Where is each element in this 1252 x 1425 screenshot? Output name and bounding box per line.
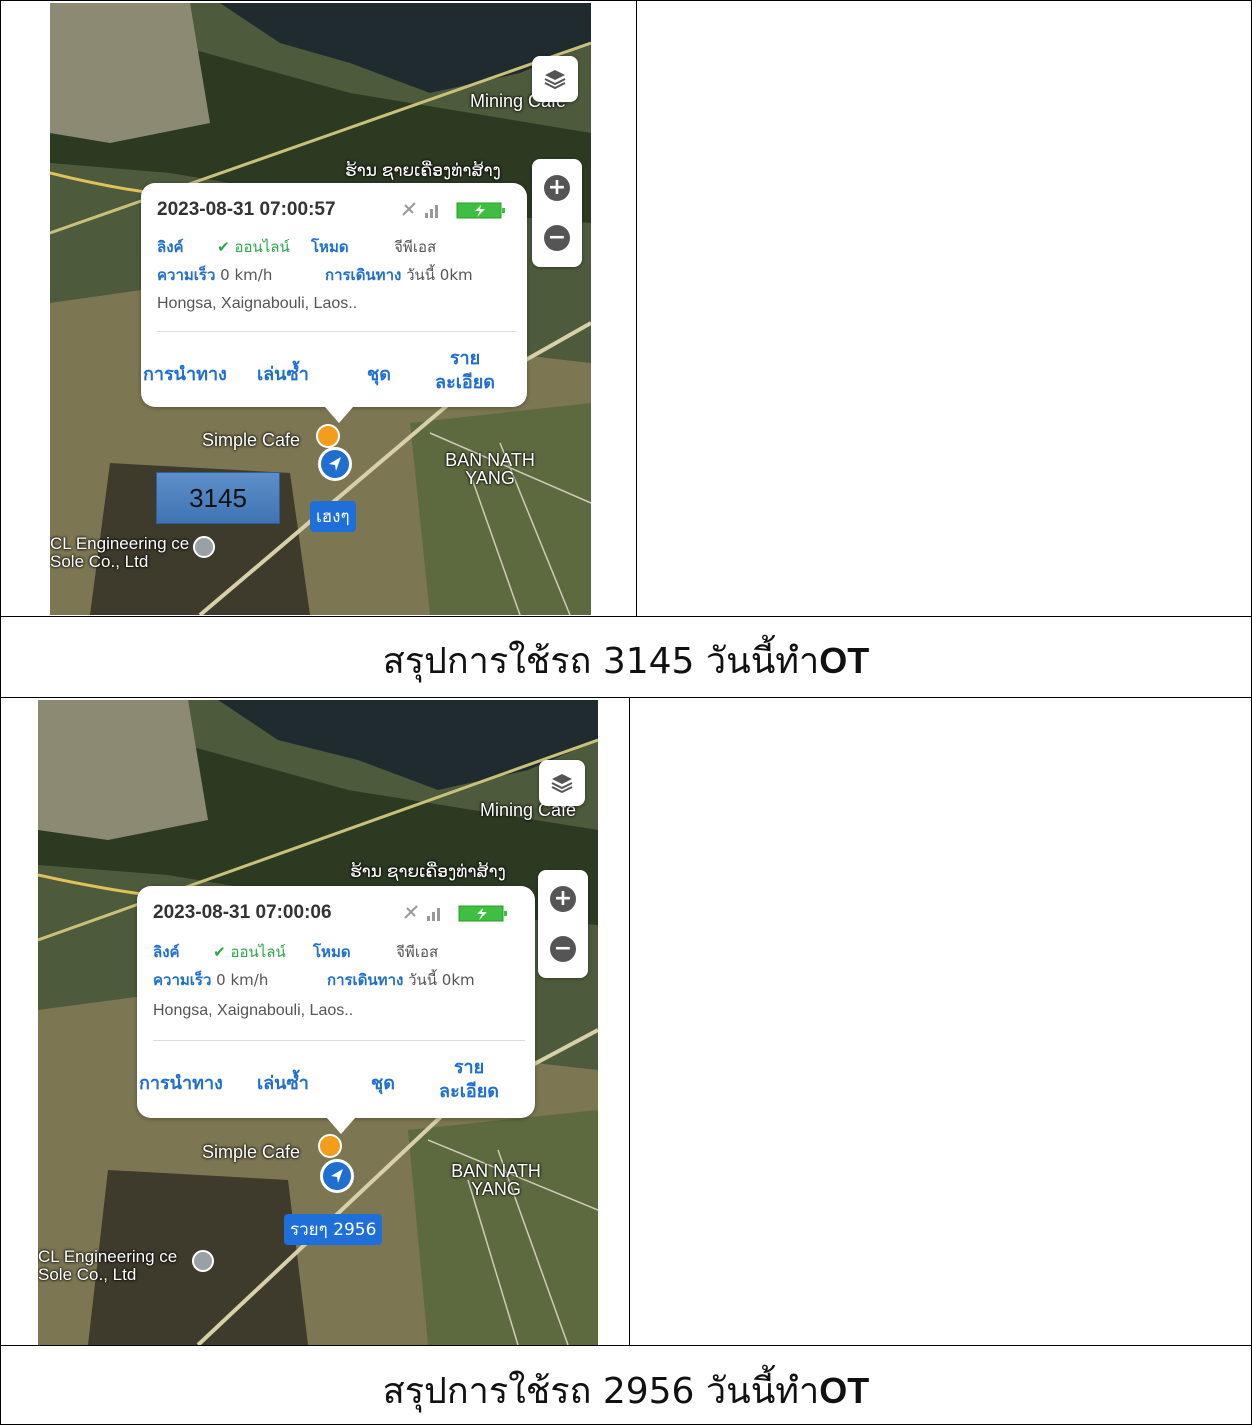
cafe-pin-icon[interactable] [316,424,340,448]
place-label-village: BAN NATH YANG [445,450,535,488]
map-screenshot-2: Mining Cafe ຮ້ານ ຊາຍເຄື່ອງທ່າສ້າງ Simple… [38,700,598,1345]
table-border-left [0,0,1,1425]
speed-value: 0 km/h [220,266,273,284]
popup-address: Hongsa, Xaignabouli, Laos.. [153,1002,354,1019]
link-status: ออนไลน์ [234,238,290,256]
vehicle-info-popup: 2023-08-31 07:00:57 ลิงค์ ✔ ออนไลน์ โหมด… [141,183,527,423]
location-pin-icon[interactable] [192,1250,214,1272]
popup-timestamp: 2023-08-31 07:00:57 [157,199,336,220]
caption-row-1: สรุปการใช้รถ 3145 วันนี้ทำOT [0,632,1252,689]
mode-value: จีพีเอส [396,943,439,961]
gps-off-icon [404,905,418,919]
document-table: Mining Cafe ຮ້ານ ຊາຍເຄື່ອງທ່າສ້າງ Simple… [0,0,1252,1425]
zoom-controls: + − [538,870,588,978]
caption-suffix: OT [819,1370,870,1411]
navigation-arrow-icon[interactable] [318,447,352,481]
mode-value: จีพีเอส [394,238,437,256]
popup-divider [153,1040,525,1041]
status-icons [404,905,507,922]
signal-icon [425,205,438,218]
navigation-arrow-icon[interactable] [320,1159,354,1193]
map-screenshot-1: Mining Cafe ຮ້ານ ຊາຍເຄື່ອງທ່າສ້າງ Simple… [50,3,591,615]
signal-icon [427,908,440,921]
popup-timestamp: 2023-08-31 07:00:06 [153,902,332,923]
popup-tail [327,1118,355,1134]
place-label-simple-cafe: Simple Cafe [202,430,301,450]
status-icons [402,202,505,219]
caption-text: สรุปการใช้รถ 3145 วันนี้ทำ [382,641,820,682]
zoom-out-icon[interactable]: − [544,225,570,251]
layers-icon [544,70,566,90]
trip-value: วันนี้ 0km [406,266,473,284]
battery-charging-icon [458,905,507,922]
zoom-in-icon[interactable]: + [550,886,576,912]
speed-value: 0 km/h [216,971,269,989]
place-label-lao-shop: ຮ້ານ ຊາຍເຄື່ອງທ່າສ້າງ [350,862,506,881]
location-pin-icon[interactable] [193,536,215,558]
caption-text: สรุปการใช้รถ 2956 วันนี้ทำ [382,1371,820,1412]
vehicle-number-overlay: 3145 [156,472,280,524]
place-label-village: BAN NATH YANG [451,1161,541,1199]
speed-key: ความเร็ว [153,971,212,989]
action-set[interactable]: ชุด [371,1068,395,1097]
action-playback[interactable]: เล่นซ้ำ [257,359,309,388]
action-playback[interactable]: เล่นซ้ำ [257,1068,309,1097]
action-details[interactable]: ราย ละเอียด [427,347,503,395]
speed-key: ความเร็ว [157,266,216,284]
table-border-top [0,0,1252,1]
trip-key: การเดินทาง [325,266,402,284]
action-set[interactable]: ชุด [367,359,391,388]
place-label-lao-shop: ຮ້ານ ຊາຍເຄື່ອງທ່າສ້າງ [345,161,501,180]
caption-suffix: OT [819,640,870,681]
place-label-engineering: CL Engineering ce Sole Co., Ltd [50,534,190,571]
vehicle-info-popup: 2023-08-31 07:00:06 ลิงค์ ✔ ออนไลน์ โหมด… [137,886,535,1134]
battery-charging-icon [456,202,505,219]
action-details[interactable]: ราย ละเอียด [431,1056,507,1104]
zoom-in-icon[interactable]: + [544,175,570,201]
check-icon: ✔ [217,238,230,256]
link-key: ลิงค์ [157,238,184,256]
column-divider-1 [636,0,637,616]
trip-key: การเดินทาง [327,971,404,989]
zoom-out-icon[interactable]: − [550,936,576,962]
popup-divider [157,331,517,332]
action-navigate[interactable]: การนำทาง [143,359,227,388]
mode-key: โหมด [313,943,351,961]
column-divider-2 [629,697,630,1345]
place-label-simple-cafe: Simple Cafe [202,1142,301,1162]
layers-button[interactable] [532,56,578,102]
place-label-engineering: CL Engineering ce Sole Co., Ltd [38,1247,178,1284]
popup-address: Hongsa, Xaignabouli, Laos.. [157,295,358,312]
check-icon: ✔ [213,943,226,961]
popup-tail [325,407,353,423]
vehicle-label[interactable]: เฮงๆ [310,501,356,532]
cafe-pin-icon[interactable] [318,1134,342,1158]
gps-off-icon [402,202,416,216]
row-divider-1 [0,616,1252,617]
trip-value: วันนี้ 0km [408,971,475,989]
row-divider-3 [0,1345,1252,1346]
link-key: ลิงค์ [153,943,180,961]
zoom-controls: + − [532,159,582,267]
action-navigate[interactable]: การนำทาง [139,1068,223,1097]
layers-button[interactable] [539,760,585,806]
layers-icon [551,774,573,794]
vehicle-label[interactable]: รวยๆ 2956 [284,1214,383,1245]
mode-key: โหมด [311,238,349,256]
row-divider-2 [0,697,1252,698]
caption-row-2: สรุปการใช้รถ 2956 วันนี้ทำOT [0,1362,1252,1419]
link-status: ออนไลน์ [230,943,286,961]
